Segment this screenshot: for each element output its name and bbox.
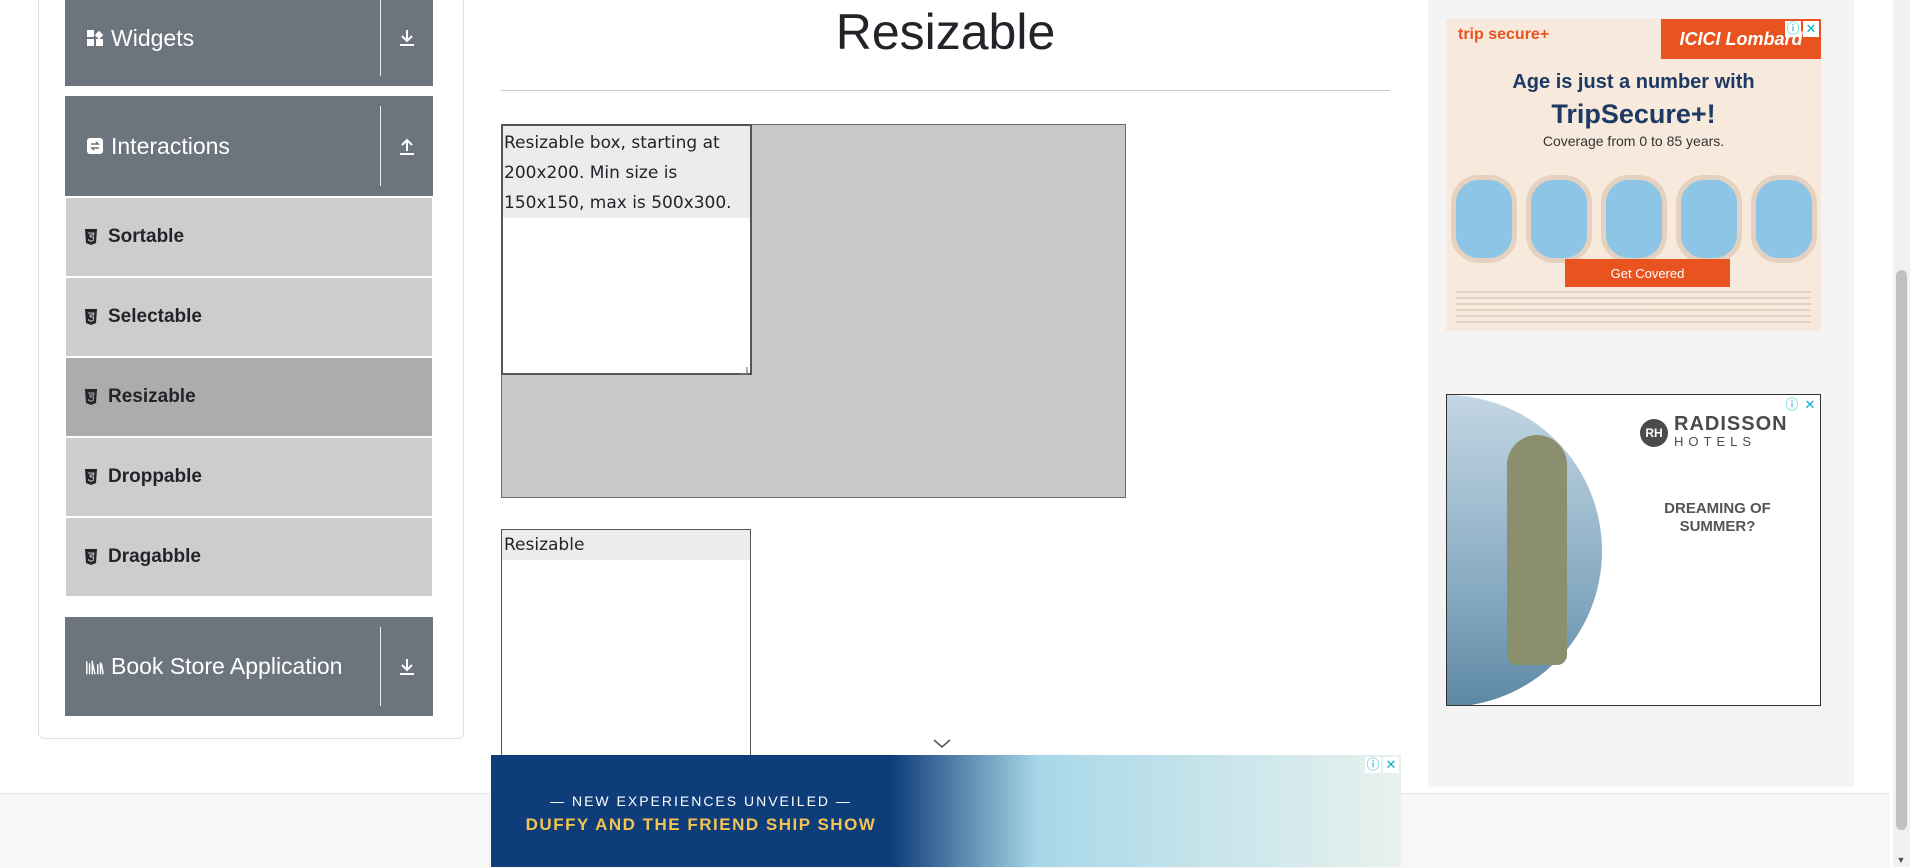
ad-headline-2: TripSecure+! — [1551, 99, 1716, 129]
resizable-box-free-text: Resizable — [502, 530, 750, 560]
ad-controls: ⓘ ✕ — [1784, 397, 1818, 413]
ad-brand-name: RADISSON HOTELS — [1674, 413, 1788, 451]
ad-duffy-banner[interactable]: — NEW EXPERIENCES UNVEILED — DUFFY AND T… — [491, 755, 1401, 867]
page-title: Resizable — [835, 4, 1056, 60]
page-scrollbar[interactable]: ▼ — [1893, 0, 1910, 867]
sidebar-item-selectable[interactable]: Selectable — [66, 278, 432, 356]
ad-logo: RH RADISSON HOTELS — [1640, 413, 1790, 451]
ad-info-icon[interactable]: ⓘ — [1784, 397, 1800, 413]
title-divider — [501, 90, 1390, 91]
ad-fine-print — [1456, 291, 1811, 325]
sidebar-item-label: Resizable — [108, 386, 196, 407]
ad-woman-figure — [1507, 435, 1567, 665]
ad-subtext: Coverage from 0 to 85 years. — [1542, 133, 1725, 149]
ad-info-icon[interactable]: ⓘ — [1785, 21, 1801, 37]
ad-brand: RADISSON — [1674, 413, 1788, 435]
html5-icon — [82, 468, 100, 486]
ad-headline: Age is just a number with — [1512, 71, 1755, 93]
resize-handle-icon[interactable] — [739, 362, 748, 375]
sidebar-item-label: Droppable — [108, 466, 202, 487]
sidebar-item-label: Dragabble — [108, 546, 201, 567]
ad-controls: ⓘ ✕ — [1365, 757, 1399, 773]
book-store-icon — [85, 657, 105, 677]
ad-brand-left: trip secure+ — [1458, 26, 1550, 43]
group-header-widgets[interactable]: Widgets — [65, 0, 433, 86]
close-icon[interactable]: ✕ — [1803, 21, 1819, 37]
scroll-down-arrow-icon[interactable]: ▼ — [1896, 855, 1906, 865]
scrollbar-thumb[interactable] — [1896, 270, 1907, 830]
plane-window — [1525, 175, 1592, 263]
resizable-box-text: Resizable box, starting at 200x200. Min … — [503, 126, 750, 218]
html5-icon — [82, 308, 100, 326]
download-arrow-icon[interactable] — [381, 617, 433, 716]
sidebar-item-dragabble[interactable]: Dragabble — [66, 518, 432, 596]
ad-info-icon[interactable]: ⓘ — [1365, 757, 1381, 773]
group-header-interactions[interactable]: Interactions — [65, 96, 433, 196]
html5-icon — [82, 228, 100, 246]
chevron-down-icon[interactable] — [932, 734, 952, 754]
sidebar-item-sortable[interactable]: Sortable — [66, 198, 432, 276]
resizable-box-free[interactable]: Resizable — [501, 529, 751, 789]
html5-icon — [82, 388, 100, 406]
ad-banner-line2: DUFFY AND THE FRIEND SHIP SHOW — [525, 815, 877, 834]
ad-cta-button[interactable]: Get Covered — [1565, 259, 1730, 287]
ad-tagline: DREAMING OF SUMMER? — [1664, 500, 1771, 535]
ad-controls: ⓘ ✕ — [1785, 21, 1819, 37]
sidebar-item-label: Selectable — [108, 306, 202, 327]
widgets-icon — [85, 28, 105, 48]
html5-icon — [82, 548, 100, 566]
upload-arrow-icon[interactable] — [381, 96, 433, 196]
close-icon[interactable]: ✕ — [1802, 397, 1818, 413]
sidebar-item-droppable[interactable]: Droppable — [66, 438, 432, 516]
ad-brand-sub: HOTELS — [1674, 434, 1757, 449]
group-header-book-store[interactable]: Book Store Application — [65, 617, 433, 716]
radisson-logo-icon: RH — [1640, 419, 1668, 447]
resizable-box-restricted[interactable]: Resizable box, starting at 200x200. Min … — [501, 124, 752, 375]
ad-radisson[interactable]: RH RADISSON HOTELS DREAMING OF SUMMER? ⓘ … — [1446, 394, 1821, 706]
sidebar-item-label: Sortable — [108, 226, 185, 247]
plane-window — [1600, 175, 1667, 263]
sidebar-item-resizable[interactable]: Resizable — [66, 358, 432, 436]
plane-window — [1450, 175, 1517, 263]
plane-window — [1750, 175, 1817, 263]
download-arrow-icon[interactable] — [381, 0, 433, 86]
close-icon[interactable]: ✕ — [1383, 757, 1399, 773]
plane-window — [1675, 175, 1742, 263]
ad-plane-windows-illustration — [1446, 169, 1821, 269]
ad-trip-secure[interactable]: trip secure+ ICICI Lombard Age is just a… — [1446, 19, 1821, 331]
ad-banner-line1: — NEW EXPERIENCES UNVEILED — — [550, 793, 852, 809]
interactions-icon — [85, 136, 105, 156]
